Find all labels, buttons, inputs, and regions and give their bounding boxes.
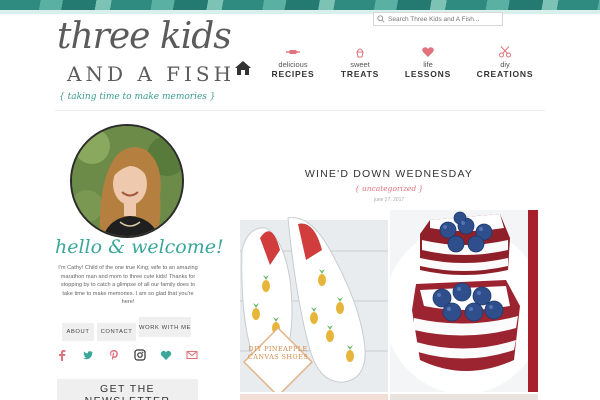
logo-line-2: AND A FISH bbox=[67, 62, 236, 86]
logo-line-1: three kids bbox=[57, 16, 232, 57]
intro-text: I'm Cathy! Child of the one true King; w… bbox=[58, 265, 198, 306]
site-logo[interactable]: three kids AND A FISH { taking time to m… bbox=[55, 16, 232, 106]
nav-item-recipes[interactable]: delicious RECIPES bbox=[261, 46, 325, 79]
about-button[interactable]: ABOUT bbox=[62, 323, 94, 341]
nav-treats-small: sweet bbox=[350, 60, 370, 69]
logo-tagline-text: taking time to make memories bbox=[67, 92, 207, 102]
cupcake-icon bbox=[356, 48, 364, 58]
nav-item-treats[interactable]: sweet TREATS bbox=[328, 46, 392, 79]
post-image-brownies[interactable] bbox=[390, 210, 538, 392]
newsletter-button[interactable]: GET THE NEWSLETTER bbox=[57, 379, 198, 400]
flag-brownies-photo bbox=[390, 210, 538, 392]
author-photo bbox=[72, 126, 182, 236]
welcome-heading: hello & welcome! bbox=[55, 236, 224, 258]
search-input[interactable] bbox=[388, 15, 502, 23]
contact-button[interactable]: CONTACT bbox=[97, 323, 136, 341]
nav-treats-label: TREATS bbox=[340, 69, 380, 79]
twitter-icon[interactable] bbox=[82, 349, 94, 361]
nav-creations-small: diy bbox=[500, 60, 510, 69]
home-icon[interactable] bbox=[234, 60, 252, 76]
rolling-pin-icon bbox=[286, 50, 300, 54]
facebook-icon[interactable] bbox=[56, 349, 68, 361]
nav-recipes-small: delicious bbox=[278, 60, 308, 69]
logo-tagline: { taking time to make memories } bbox=[59, 92, 216, 102]
next-post-image-left bbox=[240, 394, 388, 400]
scissors-icon bbox=[499, 46, 511, 58]
pineapple-shoes-photo bbox=[240, 210, 388, 392]
post-title[interactable]: WINE'D DOWN WEDNESDAY bbox=[240, 168, 538, 180]
post-category[interactable]: { uncategorized } bbox=[240, 184, 538, 193]
nav-lessons-label: LESSONS bbox=[404, 69, 452, 79]
avatar bbox=[70, 124, 184, 238]
nav-creations-label: CREATIONS bbox=[476, 69, 534, 79]
header-divider bbox=[55, 110, 545, 111]
pinterest-icon[interactable] bbox=[108, 349, 120, 361]
search-icon bbox=[377, 15, 385, 23]
search-box[interactable] bbox=[373, 12, 503, 26]
nav-item-creations[interactable]: diy CREATIONS bbox=[473, 46, 537, 79]
post-image-shoes[interactable] bbox=[240, 210, 388, 392]
nav-item-lessons[interactable]: life LESSONS bbox=[396, 46, 460, 79]
bloglovin-icon[interactable] bbox=[160, 349, 172, 361]
nav-lessons-small: life bbox=[423, 60, 433, 69]
email-icon[interactable] bbox=[186, 349, 198, 361]
heart-icon bbox=[422, 47, 434, 57]
next-post-image-right bbox=[390, 394, 538, 400]
nav-recipes-label: RECIPES bbox=[271, 69, 315, 79]
work-with-me-button[interactable]: WORK WITH ME bbox=[139, 317, 191, 337]
post-category-text: uncategorized bbox=[361, 184, 417, 193]
instagram-icon[interactable] bbox=[134, 349, 146, 361]
top-stripe-shadow bbox=[0, 10, 600, 14]
post-date: june 27, 2017 bbox=[373, 197, 405, 203]
